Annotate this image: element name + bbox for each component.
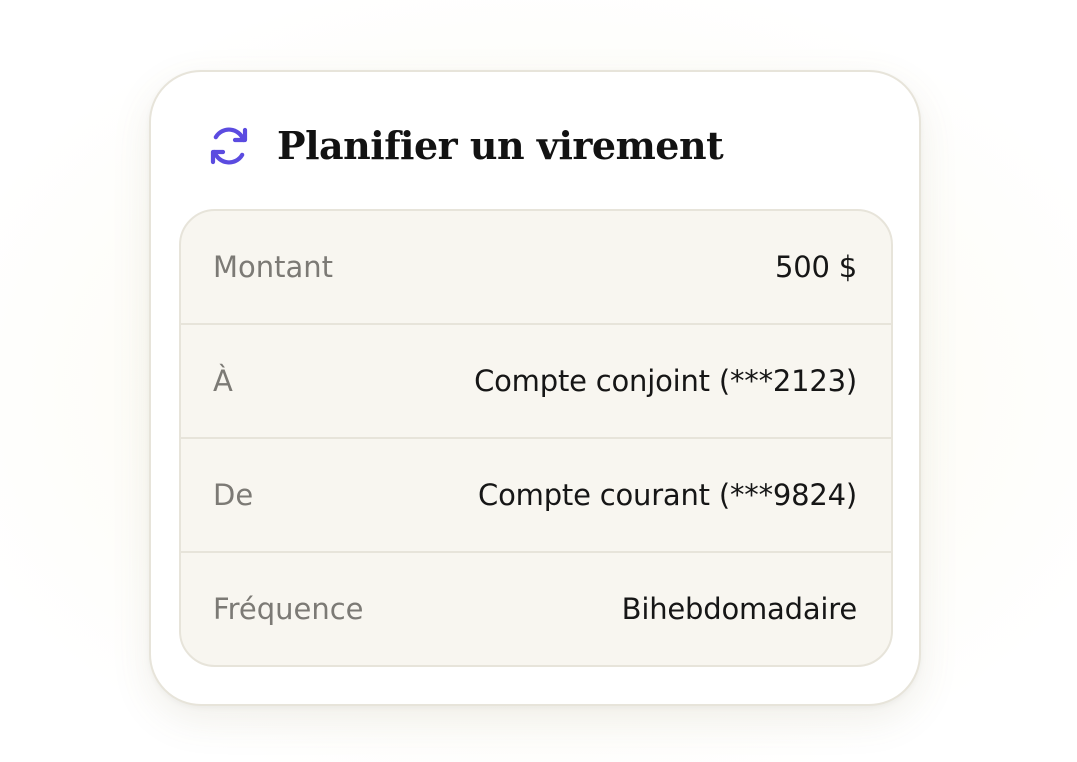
detail-row-from: De Compte courant (***9824) — [181, 439, 891, 553]
transfer-card: Planifier un virement Montant 500 $ À Co… — [149, 70, 921, 706]
details-panel: Montant 500 $ À Compte conjoint (***2123… — [179, 209, 893, 667]
from-account-value: Compte courant (***9824) — [478, 477, 857, 512]
detail-row-amount: Montant 500 $ — [181, 211, 891, 325]
from-label: De — [213, 477, 254, 512]
amount-value: 500 $ — [774, 249, 857, 284]
detail-row-frequency: Fréquence Bihebdomadaire — [181, 553, 891, 665]
card-title: Planifier un virement — [277, 123, 724, 168]
frequency-value: Bihebdomadaire — [621, 591, 858, 626]
frequency-label: Fréquence — [213, 591, 364, 626]
to-label: À — [213, 363, 233, 398]
refresh-icon — [205, 122, 253, 170]
amount-label: Montant — [213, 249, 334, 284]
to-account-value: Compte conjoint (***2123) — [474, 363, 857, 398]
card-header: Planifier un virement — [205, 122, 724, 170]
detail-row-to: À Compte conjoint (***2123) — [181, 325, 891, 439]
